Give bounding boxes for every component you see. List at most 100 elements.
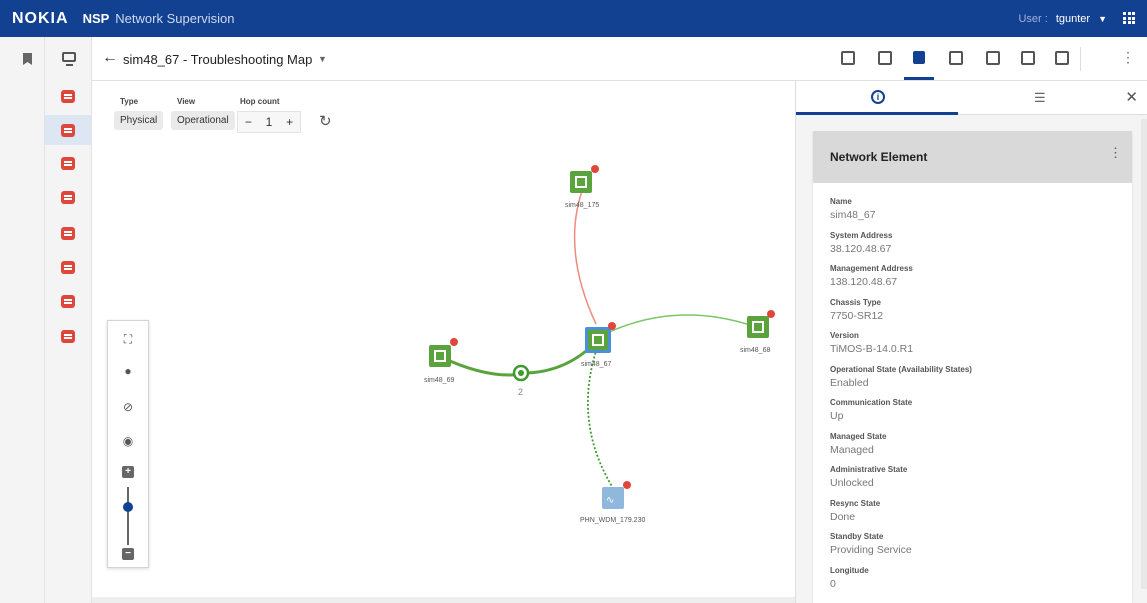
property-value: 7750-SR12 [830,309,884,322]
panel-tabs: i ☰ ✕ [796,81,1147,115]
network-element-icon [61,123,75,137]
back-arrow-icon[interactable]: ← [102,49,118,67]
zoom-in-button[interactable]: + [122,466,134,478]
alarm-badge [591,165,599,173]
caret-down-icon: ▼ [1098,13,1107,24]
network-element-icon [61,226,75,240]
caret-down-icon[interactable]: ▼ [318,54,327,64]
fit-to-screen-icon[interactable]: ⛶ [108,332,148,347]
monitor-icon[interactable] [62,52,76,66]
map-controls: ⛶ ● ⊘ ◉ + − [107,320,149,568]
property-key: Administrative State [830,465,908,474]
node-label: PHN_WDM_179.230 [580,517,645,524]
ports-tool[interactable] [985,50,1001,66]
property-row: Name sim48_67 [830,197,972,231]
more-options-icon[interactable]: ⋮ [1121,49,1135,66]
close-icon[interactable]: ✕ [1125,88,1138,106]
active-tool-indicator [904,77,934,80]
topology-tool[interactable] [877,50,893,66]
list-item[interactable] [45,182,91,212]
property-row: Communication State Up [830,398,972,432]
property-key: Chassis Type [830,297,881,307]
aggregate-count: 2 [518,387,523,397]
link-sim48_175-sim48_67[interactable] [573,190,597,325]
device-list [45,37,92,603]
property-value: Managed [830,443,874,456]
property-row: Chassis Type 7750-SR12 [830,298,972,332]
reports-icon [1055,51,1069,65]
node-label: sim48_67 [581,361,611,368]
aggregate-link-node[interactable]: 2 [512,364,530,397]
node-sim48_67[interactable]: sim48_67 [581,322,616,368]
property-value: 38.120.48.67 [830,242,892,255]
map-header: ← sim48_67 - Troubleshooting Map ▼ ⋮ [92,37,1147,81]
user-menu[interactable]: User : tgunter ▼ [1018,0,1107,37]
network-element-icon [61,190,75,204]
equipment-tool[interactable] [948,50,964,66]
product-name: NSP [82,11,110,26]
properties-card: Network Element ⋮ Name sim48_67 System Ad… [813,131,1132,603]
property-value: Unlocked [830,477,874,489]
divider [1080,47,1081,71]
left-rail [0,37,45,603]
map-view-tool[interactable] [911,50,927,66]
list-item[interactable] [45,286,91,316]
list-item[interactable] [45,81,91,111]
property-row: Operational State (Availability States) E… [830,365,972,399]
list-item[interactable] [45,218,91,248]
property-row: Managed State Managed [830,432,972,466]
node-label: sim48_69 [424,377,454,384]
map-icon [913,51,925,64]
info-tab-icon[interactable]: i [871,90,885,104]
app-grid-icon[interactable] [1123,12,1135,24]
property-key: Managed State [830,431,887,441]
node-info-tool[interactable] [840,50,856,66]
services-tool[interactable] [1020,50,1036,66]
zoom-handle[interactable] [123,502,133,512]
list-item[interactable] [45,321,91,351]
map-title[interactable]: sim48_67 - Troubleshooting Map [123,52,312,67]
network-element-icon [61,89,75,103]
list-item[interactable] [45,252,91,282]
layer-tool-icon[interactable]: ◉ [108,434,148,448]
property-value: Providing Service [830,544,912,556]
link-aggregate-sim48_67[interactable] [527,341,597,375]
zoom-slider[interactable] [127,487,129,545]
node-sim48_175[interactable]: sim48_175 [565,165,599,209]
user-name: tgunter [1055,12,1091,25]
link-sim48_67-sim48_68[interactable] [606,314,754,334]
property-value: 138.120.48.67 [830,276,898,288]
card-title: Network Element [830,150,928,164]
property-key: Operational State (Availability States) [830,364,972,374]
property-row: Longitude 0 [830,566,972,600]
canvas-scrollbar[interactable] [92,597,795,603]
node-tool-icon[interactable]: ● [108,364,148,378]
nokia-logo: NOKIA [12,9,69,27]
property-row: Administrative State Unlocked [830,465,972,499]
list-item-selected[interactable] [45,115,91,145]
property-key: Communication State [830,398,913,407]
property-key: Management Address [830,264,913,273]
more-options-icon[interactable]: ⋮ [1109,145,1122,161]
node-phn-wdm[interactable]: ∿ PHN_WDM_179.230 [580,481,645,524]
alarm-badge [608,322,616,330]
property-value: Done [830,510,856,523]
map-canvas[interactable]: Type Physical View Operational Hop count… [92,81,795,597]
property-key: System Address [830,230,893,240]
reports-tool[interactable] [1054,50,1070,66]
zoom-out-button[interactable]: − [122,548,134,560]
svg-text:∿: ∿ [606,495,614,506]
node-label: sim48_175 [565,202,599,209]
panel-scrollbar[interactable] [1141,119,1147,589]
node-sim48_68[interactable]: sim48_68 [740,310,775,354]
network-element-icon [61,260,75,274]
equipment-icon [949,51,963,65]
property-value: TiMOS-B-14.0.R1 [830,343,914,355]
property-value: sim48_67 [830,209,876,221]
bookmark-icon[interactable] [23,53,32,65]
link-tool-icon[interactable]: ⊘ [108,400,148,414]
list-item[interactable] [45,148,91,178]
node-label: sim48_68 [740,347,770,354]
node-icon [841,51,855,65]
list-tab-icon[interactable]: ☰ [1034,90,1046,106]
